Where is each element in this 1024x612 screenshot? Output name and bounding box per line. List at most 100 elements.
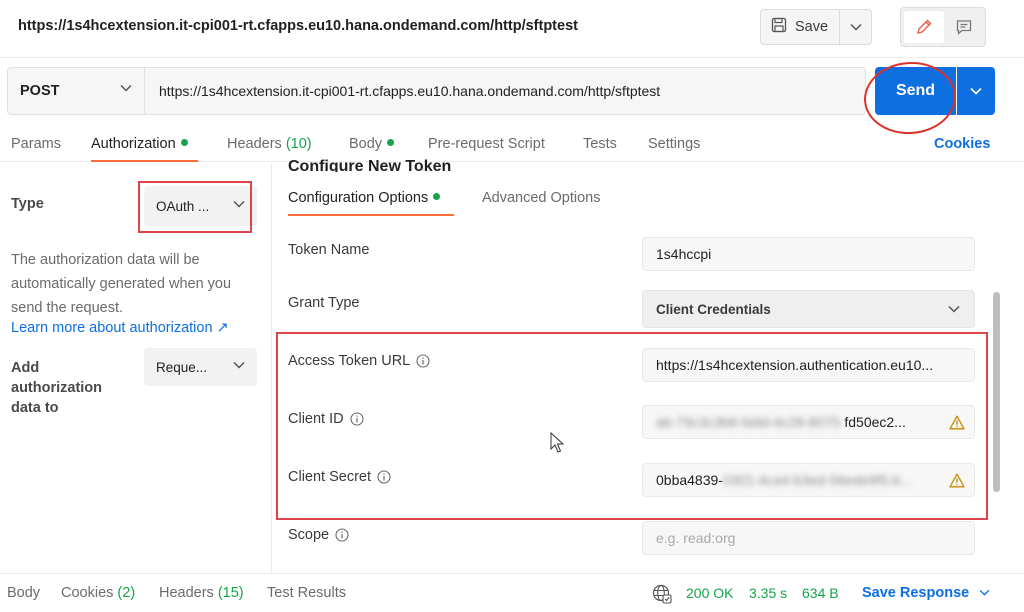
client-id-visible-part: fd50ec2... [844,414,906,430]
response-tab-test-results[interactable]: Test Results [267,585,346,601]
grant-type-select[interactable]: Client Credentials [642,290,975,328]
comment-icon [956,20,972,35]
info-icon[interactable] [335,528,349,542]
tab-authorization[interactable]: Authorization [91,136,188,152]
response-tab-cookies-label: Cookies [61,585,114,601]
client-secret-visible-part: 0bba4839- [656,472,723,488]
save-options-button[interactable] [840,9,872,45]
save-response-label: Save Response [862,585,970,601]
chevron-down-icon [970,87,982,95]
chevron-down-icon [849,23,862,31]
response-status[interactable]: 200 OK [686,585,733,601]
tab-headers-label: Headers [227,136,282,152]
token-name-input[interactable]: 1s4hccpi [642,237,975,271]
chevron-down-icon [948,305,960,313]
client-secret-label-text: Client Secret [288,469,372,485]
redacted-text: 0301-4ca4-b3ed-56ede9f5-b... [722,472,913,488]
scope-label: Scope [288,527,349,543]
response-tab-cookies[interactable]: Cookies (2) [61,585,135,601]
warning-icon[interactable] [949,415,965,430]
status-dot [180,139,188,146]
documentation-mode-button[interactable] [945,11,983,43]
client-secret-input[interactable]: 0bba4839- 0301-4ca4-b3ed-56ede9f5-b... [642,463,975,497]
configure-token-heading: Configure New Token [288,158,452,172]
add-auth-data-value: Reque... [156,359,208,375]
tab-body-label: Body [349,136,383,152]
response-tab-cookies-count: (2) [117,585,136,601]
method-select[interactable]: POST [7,67,145,115]
globe-icon[interactable] [652,584,672,604]
redacted-text: ab-79c3c3b8-fa9d-4c28-8075- [656,414,845,430]
response-time[interactable]: 3.35 s [749,585,787,601]
chevron-down-icon [979,589,990,596]
save-label: Save [795,19,829,35]
response-tab-headers-count: (15) [217,585,244,601]
save-response-button[interactable]: Save Response [862,585,990,601]
send-options-button[interactable] [957,67,995,115]
auth-type-select[interactable]: OAuth ... [144,186,257,226]
response-bar: Body Cookies (2) Headers (15) Test Resul… [0,573,1024,612]
warning-icon[interactable] [949,473,965,488]
chevron-down-icon [233,361,245,369]
pencil-icon [917,19,932,34]
tab-configuration-options-label: Configuration Options [288,190,429,206]
save-button[interactable]: Save [760,9,840,45]
client-secret-label: Client Secret [288,469,391,485]
token-name-label: Token Name [288,242,369,258]
scrollbar-thumb[interactable] [993,292,1000,492]
tab-params-label: Params [11,136,61,152]
grant-type-label-text: Grant Type [288,295,360,311]
url-input[interactable]: https://1s4hcextension.it-cpi001-rt.cfap… [145,67,866,115]
request-tabs: Params Authorization Headers (10) Body P… [0,128,1024,162]
client-id-input[interactable]: ab-79c3c3b8-fa9d-4c28-8075- fd50ec2... [642,405,975,439]
info-icon[interactable] [416,354,430,368]
save-icon [771,17,787,37]
learn-more-link[interactable]: Learn more about authorization ↗ [11,320,229,336]
tab-prerequest-label: Pre-request Script [428,136,545,152]
request-title[interactable]: https://1s4hcextension.it-cpi001-rt.cfap… [18,18,578,34]
info-icon[interactable] [350,412,364,426]
tab-tests-label: Tests [583,136,617,152]
scope-input[interactable]: e.g. read:org [642,521,975,555]
tab-headers-count: (10) [285,136,312,152]
grant-type-value: Client Credentials [656,301,771,317]
chevron-down-icon [233,200,245,208]
response-tab-body[interactable]: Body [7,585,40,601]
cookies-link[interactable]: Cookies [934,136,990,152]
view-mode-toggle [900,7,986,47]
status-dot [433,193,441,200]
auth-type-label: Type [11,196,44,212]
auth-type-value: OAuth ... [156,198,210,214]
chevron-down-icon [120,84,132,92]
tab-params[interactable]: Params [11,136,61,152]
tab-body[interactable]: Body [349,136,395,152]
status-dot [387,139,395,146]
tab-headers[interactable]: Headers (10) [227,136,312,152]
method-label: POST [20,83,60,99]
tab-authorization-label: Authorization [91,136,176,152]
add-auth-data-label: Add authorization data to [11,360,103,416]
edit-mode-button[interactable] [904,11,944,43]
response-tab-headers[interactable]: Headers (15) [159,585,244,601]
access-token-url-label-text: Access Token URL [288,353,411,369]
tab-settings-label: Settings [648,136,701,152]
send-button[interactable]: Send [875,67,956,115]
add-auth-data-select[interactable]: Reque... [144,348,257,386]
active-config-tab-indicator [288,214,454,216]
tab-settings[interactable]: Settings [648,136,700,152]
scope-label-text: Scope [288,527,330,543]
tab-prerequest-script[interactable]: Pre-request Script [428,136,545,152]
tab-configuration-options[interactable]: Configuration Options [288,190,441,206]
request-header-bar: https://1s4hcextension.it-cpi001-rt.cfap… [0,0,1024,58]
client-id-label: Client ID [288,411,364,427]
auth-description: The authorization data will be automatic… [11,252,232,316]
mouse-cursor-icon [550,432,565,453]
client-id-label-text: Client ID [288,411,344,427]
info-icon[interactable] [377,470,391,484]
grant-type-label: Grant Type [288,295,359,311]
response-size[interactable]: 634 B [802,585,839,601]
access-token-url-input[interactable]: https://1s4hcextension.authentication.eu… [642,348,975,382]
tab-advanced-options[interactable]: Advanced Options [482,190,601,206]
tab-tests[interactable]: Tests [583,136,617,152]
access-token-url-label: Access Token URL [288,353,430,369]
